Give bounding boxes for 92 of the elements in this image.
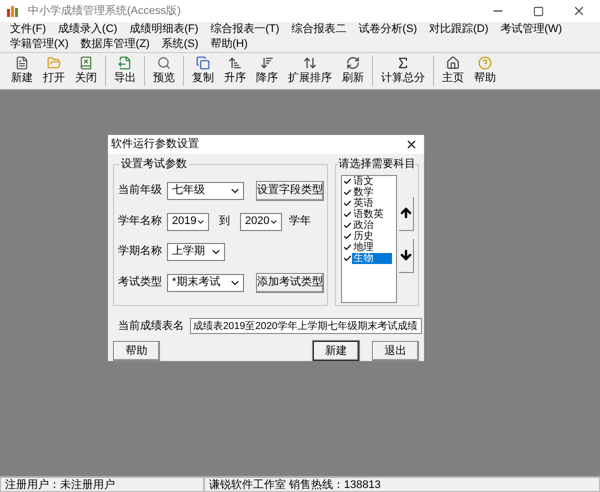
subject-label: 英语 <box>352 198 374 208</box>
subject-label: 语数英 <box>352 208 384 220</box>
dropdown[interactable]: 七年级 <box>167 182 244 200</box>
document-icon <box>15 56 29 70</box>
subject-item[interactable]: 语文 <box>342 176 396 186</box>
field-label: 学年 <box>289 214 311 230</box>
checkbox[interactable] <box>342 209 352 219</box>
subject-item[interactable]: 地理 <box>342 242 396 252</box>
sigma-icon <box>396 56 410 70</box>
menu-item[interactable]: 综合报表一(T) <box>204 22 286 37</box>
status-bar-panel: 注册用户：未注册用户 <box>0 477 204 492</box>
subject-item[interactable]: 历史 <box>342 230 396 242</box>
subject-label: 语文 <box>352 176 374 186</box>
menu-item[interactable]: 帮助(H) <box>204 37 254 52</box>
field-label: 学期名称 <box>118 244 162 260</box>
subject-label: 历史 <box>352 230 374 242</box>
checkbox[interactable] <box>342 253 352 263</box>
dropdown[interactable]: *期末考试 <box>167 274 244 292</box>
toolbar-button[interactable]: 降序 <box>251 56 283 86</box>
menu-item[interactable]: 成绩明细表(F) <box>123 22 204 37</box>
toolbar-button[interactable]: 新建 <box>6 56 38 86</box>
app-logo-icon <box>6 4 20 18</box>
menu-item[interactable]: 综合报表二 <box>285 22 352 37</box>
sort-ascending-icon <box>228 56 242 70</box>
export-icon <box>118 56 132 70</box>
menu-item[interactable]: 学籍管理(X) <box>4 37 75 52</box>
subject-item[interactable]: 数学 <box>342 186 396 198</box>
dropdown[interactable]: 2020 <box>240 212 282 230</box>
toolbar-button[interactable]: 计算总分 <box>376 56 430 86</box>
checkbox[interactable] <box>342 220 352 230</box>
toolbar-button[interactable]: 升序 <box>219 56 251 86</box>
menu-item[interactable]: 系统(S) <box>156 37 204 52</box>
checkbox[interactable] <box>342 198 352 208</box>
menu-item[interactable]: 文件(F) <box>4 22 52 37</box>
toolbar-button[interactable]: 关闭 <box>70 56 102 86</box>
folder-icon <box>47 56 61 70</box>
sort-descending-icon <box>260 56 274 70</box>
toolbar-button[interactable]: 打开 <box>38 56 70 86</box>
home-icon <box>446 56 460 70</box>
button[interactable]: 帮助 <box>113 341 160 361</box>
toolbar-button[interactable]: 复制 <box>187 56 219 86</box>
subject-item[interactable]: 语数英 <box>342 208 396 220</box>
checkbox[interactable] <box>342 176 352 186</box>
toolbar-button[interactable]: 刷新 <box>337 56 369 86</box>
button[interactable]: 设置字段类型 <box>256 180 324 200</box>
subject-label: 生物 <box>352 252 392 264</box>
menu-item[interactable]: 考试管理(W) <box>494 22 568 37</box>
move-up-button[interactable] <box>399 196 414 230</box>
toolbar-button[interactable]: 帮助 <box>469 56 501 86</box>
copy-icon <box>196 56 210 70</box>
button[interactable]: 新建 <box>313 341 359 361</box>
magnifier-icon <box>157 56 171 70</box>
subject-label: 政治 <box>352 220 374 230</box>
input-field[interactable]: 成绩表2019至2020学年上学期七年级期末考试成绩 <box>190 318 422 334</box>
close-icon[interactable] <box>405 138 418 151</box>
field-label: 当前年级 <box>118 183 162 198</box>
window-title: 中小学成绩管理系统(Access版) <box>28 4 182 19</box>
field-label: 学年名称 <box>118 214 162 230</box>
menu-item[interactable]: 试卷分析(S) <box>352 22 424 37</box>
field-label: 考试类型 <box>118 275 162 290</box>
subject-item[interactable]: 生物 <box>342 252 396 264</box>
field-label: 当前成绩表名 <box>118 318 184 334</box>
toolbar-button[interactable]: 扩展排序 <box>283 56 337 86</box>
toolbar-button[interactable]: 主页 <box>437 56 469 86</box>
subject-label: 地理 <box>352 242 374 252</box>
field-label: 到 <box>219 214 230 230</box>
refresh-icon <box>346 56 360 70</box>
toolbar-button[interactable]: 预览 <box>148 56 180 86</box>
book-icon <box>79 56 93 70</box>
checkbox[interactable] <box>342 231 352 241</box>
button[interactable]: 退出 <box>372 341 419 361</box>
toolbar-button[interactable]: 导出 <box>109 56 141 86</box>
dropdown[interactable]: 上学期 <box>167 242 225 260</box>
sort-icon <box>303 56 317 70</box>
checkbox[interactable] <box>342 187 352 197</box>
subject-item[interactable]: 英语 <box>342 198 396 208</box>
menu-item[interactable]: 对比跟踪(D) <box>423 22 494 37</box>
status-bar-panel: 谦锐软件工作室 销售热线：138813 <box>204 477 600 492</box>
maximize-icon[interactable] <box>533 6 544 16</box>
button[interactable]: 添加考试类型 <box>256 272 324 292</box>
group-title: 设置考试参数 <box>119 156 189 170</box>
group-title: 请选择需要科目 <box>338 156 416 170</box>
move-down-button[interactable] <box>399 238 414 272</box>
dialog-title: 软件运行参数设置 <box>111 137 200 152</box>
subject-label: 数学 <box>352 186 374 198</box>
dropdown[interactable]: 2019 <box>167 212 209 230</box>
menu-item[interactable]: 成绩录入(C) <box>52 22 124 37</box>
menu-item[interactable]: 数据库管理(Z) <box>74 37 156 52</box>
close-icon[interactable] <box>572 4 586 18</box>
help-icon <box>478 56 492 70</box>
checkbox[interactable] <box>342 242 352 252</box>
subject-item[interactable]: 政治 <box>342 220 396 230</box>
